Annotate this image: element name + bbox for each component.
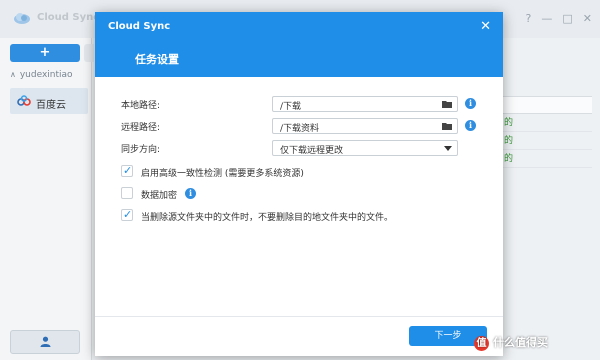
remote-path-row: 远程路径: /下载资料 i xyxy=(121,118,481,134)
dialog-app-name: Cloud Sync xyxy=(108,21,171,32)
chevron-down-icon xyxy=(444,146,452,151)
help-icon[interactable]: ? xyxy=(526,12,532,25)
remote-path-value: /下载资料 xyxy=(280,124,320,134)
advanced-consistency-label: 启用高级一致性检测 (需要更多系统资源) xyxy=(141,169,304,179)
dialog-title: 任务设置 xyxy=(135,53,179,66)
status-cell: 的 xyxy=(500,114,592,132)
maximize-icon[interactable]: □ xyxy=(562,12,572,25)
keep-deleted-files-label: 当删除源文件夹中的文件时，不要删除目的地文件夹中的文件。 xyxy=(141,213,394,223)
account-name: yudexintiao xyxy=(19,70,73,80)
sidebar-secondary-button[interactable] xyxy=(84,44,94,62)
task-settings-dialog: Cloud Sync ✕ 任务设置 本地路径: /下载 i 远程路径: /下载资… xyxy=(95,12,503,356)
local-path-field[interactable]: /下载 xyxy=(272,96,458,112)
sidebar: + ∧ yudexintiao 百度云 xyxy=(0,38,94,360)
sidebar-item-baidu-cloud[interactable]: 百度云 xyxy=(10,88,88,114)
watermark: 值什么值得买 xyxy=(474,334,548,351)
local-path-value: /下载 xyxy=(280,102,302,112)
background-app-title: Cloud Sync xyxy=(37,12,100,23)
sync-direction-label: 同步方向: xyxy=(121,145,161,155)
status-column-header xyxy=(500,96,592,114)
footer-divider xyxy=(95,316,503,317)
info-icon[interactable]: i xyxy=(465,120,476,131)
window-controls: ? — □ ✕ xyxy=(526,12,592,25)
status-cell: 的 xyxy=(500,132,592,150)
info-icon[interactable]: i xyxy=(185,188,196,199)
keep-deleted-files-checkbox[interactable]: ✓ xyxy=(121,208,133,221)
checkmark-icon: ✓ xyxy=(123,208,133,221)
folder-icon[interactable] xyxy=(442,122,452,130)
info-icon[interactable]: i xyxy=(465,98,476,109)
baidu-cloud-icon xyxy=(17,95,31,106)
local-path-row: 本地路径: /下载 i xyxy=(121,96,481,112)
user-button[interactable] xyxy=(10,330,80,354)
checkmark-icon: ✓ xyxy=(123,164,133,177)
minimize-icon[interactable]: — xyxy=(541,12,552,25)
dialog-header: Cloud Sync ✕ 任务设置 xyxy=(95,12,503,77)
folder-icon[interactable] xyxy=(442,100,452,108)
sidebar-item-label: 百度云 xyxy=(36,100,66,111)
account-group[interactable]: ∧ yudexintiao xyxy=(10,70,73,80)
user-icon xyxy=(40,336,50,347)
cloud-sync-logo-icon xyxy=(14,13,30,24)
sync-direction-select[interactable]: 仅下载远程更改 xyxy=(272,140,458,156)
advanced-consistency-checkbox[interactable]: ✓ xyxy=(121,164,133,177)
watermark-badge: 值 xyxy=(474,336,489,351)
remote-path-field[interactable]: /下载资料 xyxy=(272,118,458,134)
close-icon[interactable]: ✕ xyxy=(480,19,491,34)
status-cell: 的 xyxy=(500,150,592,168)
background-status-column: 的 的 的 xyxy=(500,96,592,168)
remote-path-label: 远程路径: xyxy=(121,123,161,133)
data-encryption-checkbox[interactable] xyxy=(121,187,133,199)
watermark-text: 什么值得买 xyxy=(493,336,548,349)
close-window-icon[interactable]: ✕ xyxy=(583,12,592,25)
sync-direction-row: 同步方向: 仅下载远程更改 xyxy=(121,140,481,156)
local-path-label: 本地路径: xyxy=(121,101,161,111)
sync-direction-value: 仅下载远程更改 xyxy=(280,146,344,156)
data-encryption-label: 数据加密 xyxy=(141,191,178,201)
chevron-up-icon: ∧ xyxy=(10,70,16,79)
add-connection-button[interactable]: + xyxy=(10,44,80,62)
